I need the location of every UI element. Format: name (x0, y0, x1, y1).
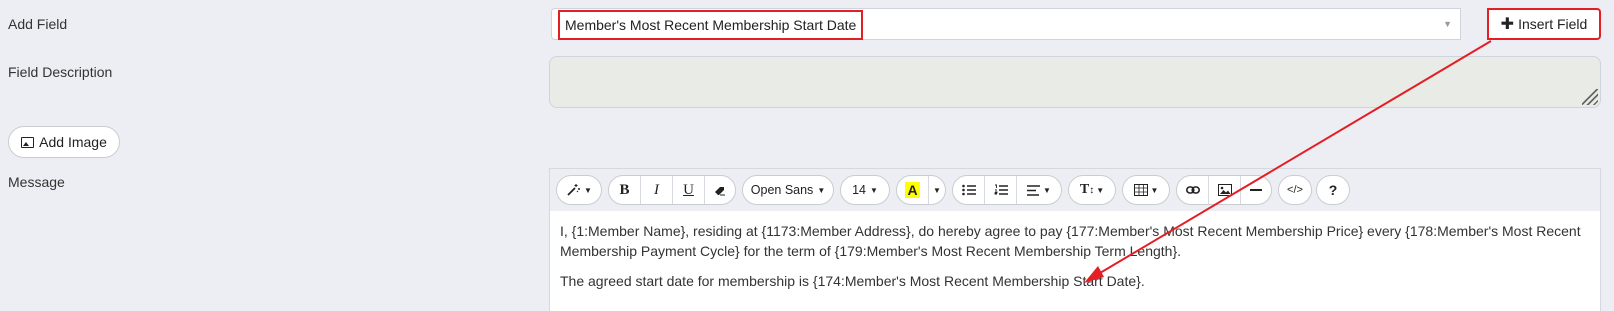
chevron-down-icon: ▼ (1443, 19, 1452, 29)
font-name-dropdown[interactable]: Open Sans ▼ (742, 175, 834, 205)
resize-handle-icon[interactable] (1582, 89, 1598, 105)
chevron-down-icon: ▼ (869, 185, 878, 195)
color-group: A ▼ (896, 175, 946, 205)
help-icon[interactable]: ? (1317, 176, 1349, 204)
field-select[interactable]: Member's Most Recent Membership Start Da… (551, 8, 1461, 40)
bold-icon[interactable]: B (609, 176, 641, 204)
help-group: ? (1316, 175, 1350, 205)
font-size-value: 14 (852, 183, 866, 197)
add-field-label: Add Field (8, 16, 68, 32)
table-icon: ▼ (1123, 176, 1169, 204)
style-group: ▼ (556, 175, 602, 205)
font-size-dropdown[interactable]: 14 ▼ (840, 175, 890, 205)
message-label: Message (8, 174, 65, 190)
link-icon[interactable] (1177, 176, 1209, 204)
field-select-value: Member's Most Recent Membership Start Da… (558, 10, 864, 40)
picture-icon[interactable] (1209, 176, 1241, 204)
ordered-list-icon[interactable] (985, 176, 1017, 204)
message-editor[interactable]: ▼ B I U Open Sans ▼ 14 ▼ A ▼ ▼ T ↕ ▼ ▼ <… (549, 168, 1601, 311)
add-image-button[interactable]: Add Image (8, 126, 120, 158)
editor-content[interactable]: I, {1:Member Name}, residing at {1173:Me… (560, 221, 1586, 301)
line-height-dropdown[interactable]: T ↕ ▼ (1068, 175, 1116, 205)
message-paragraph: I, {1:Member Name}, residing at {1173:Me… (560, 223, 1581, 259)
codeview-group: </> (1278, 175, 1312, 205)
underline-icon[interactable]: U (673, 176, 705, 204)
font-name-display: Open Sans ▼ (743, 176, 833, 204)
unordered-list-icon[interactable] (953, 176, 985, 204)
image-icon (21, 136, 35, 148)
editor-toolbar: ▼ B I U Open Sans ▼ 14 ▼ A ▼ ▼ T ↕ ▼ ▼ <… (550, 169, 1600, 211)
font-size-display: 14 ▼ (841, 176, 889, 204)
chevron-down-icon: ▼ (817, 185, 826, 195)
horizontal-rule-icon[interactable] (1241, 176, 1271, 204)
add-image-label: Add Image (39, 134, 107, 150)
paragraph-group: ▼ (952, 175, 1062, 205)
insert-field-label: Insert Field (1518, 16, 1588, 32)
magic-wand-icon[interactable]: ▼ (557, 176, 601, 204)
message-paragraph: The agreed start date for membership is … (560, 273, 1145, 289)
field-description-label: Field Description (8, 64, 113, 80)
code-view-icon[interactable]: </> (1279, 176, 1311, 204)
italic-icon[interactable]: I (641, 176, 673, 204)
insert-field-button[interactable]: ✚ Insert Field (1487, 8, 1601, 40)
insert-group (1176, 175, 1272, 205)
text-height-icon: T ↕ ▼ (1079, 182, 1105, 197)
eraser-icon[interactable] (705, 176, 735, 204)
chevron-down-icon[interactable]: ▼ (929, 176, 945, 204)
align-icon[interactable]: ▼ (1017, 176, 1061, 204)
font-name-value: Open Sans (750, 183, 814, 197)
table-dropdown[interactable]: ▼ (1122, 175, 1170, 205)
font-style-group: B I U (608, 175, 736, 205)
font-color-icon[interactable]: A (897, 176, 929, 204)
field-description-textarea[interactable] (549, 56, 1601, 108)
plus-icon: ✚ (1500, 16, 1515, 33)
